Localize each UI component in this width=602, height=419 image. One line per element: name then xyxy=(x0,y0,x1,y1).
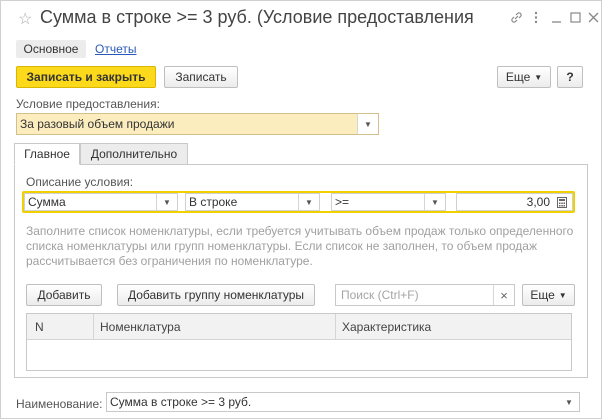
description-label: Описание условия: xyxy=(26,175,134,189)
nav-tab-main[interactable]: Основное xyxy=(16,40,86,58)
condition-select[interactable]: За разовый объем продажи ▼ xyxy=(16,113,379,135)
column-separator xyxy=(93,314,94,340)
tab-main-label: Главное xyxy=(24,147,70,161)
amount-value: 3,00 xyxy=(526,195,550,209)
dropdown-arrow-icon[interactable]: ▼ xyxy=(156,194,177,210)
clear-search-icon[interactable]: × xyxy=(493,285,514,305)
close-icon[interactable] xyxy=(588,11,599,27)
search-field[interactable]: Поиск (Ctrl+F) × xyxy=(335,284,515,306)
add-button[interactable]: Добавить xyxy=(26,284,102,306)
name-field[interactable]: Сумма в строке >= 3 руб. ▼ xyxy=(106,392,580,412)
nav-tab-reports-label: Отчеты xyxy=(95,42,137,56)
condition-label: Условие предоставления: xyxy=(16,97,160,111)
list-more-label: Еще xyxy=(530,288,555,302)
nav-tab-reports[interactable]: Отчеты xyxy=(95,40,136,58)
dropdown-arrow-icon[interactable]: ▼ xyxy=(559,393,579,411)
table-header: N Номенклатура Характеристика xyxy=(27,314,571,340)
favorite-star-icon[interactable]: ☆ xyxy=(18,9,32,29)
dropdown-arrow-icon[interactable]: ▼ xyxy=(357,114,378,134)
column-header-number[interactable]: N xyxy=(35,320,44,334)
name-value: Сумма в строке >= 3 руб. xyxy=(110,395,252,409)
maximize-icon[interactable] xyxy=(570,11,581,27)
save-and-close-button[interactable]: Записать и закрыть xyxy=(16,66,156,88)
chevron-down-icon: ▼ xyxy=(558,290,567,300)
tab-additional-label: Дополнительно xyxy=(90,147,178,161)
add-group-button[interactable]: Добавить группу номенклатуры xyxy=(117,284,315,306)
calculator-icon[interactable] xyxy=(552,194,572,210)
more-vertical-icon[interactable] xyxy=(534,11,538,27)
help-button[interactable]: ? xyxy=(557,66,583,88)
link-icon[interactable] xyxy=(510,11,523,27)
tab-main[interactable]: Главное xyxy=(14,143,80,165)
window-title: Сумма в строке >= 3 руб. (Условие предос… xyxy=(40,7,474,27)
minimize-icon[interactable] xyxy=(551,11,562,27)
comparison-value: >= xyxy=(335,195,350,209)
dropdown-arrow-icon[interactable]: ▼ xyxy=(298,194,319,210)
save-button[interactable]: Записать xyxy=(164,66,238,88)
chevron-down-icon: ▼ xyxy=(534,72,543,82)
tab-additional[interactable]: Дополнительно xyxy=(80,143,188,165)
column-header-nomenclature[interactable]: Номенклатура xyxy=(100,320,181,334)
nomenclature-table[interactable]: N Номенклатура Характеристика xyxy=(26,313,572,371)
dropdown-arrow-icon[interactable]: ▼ xyxy=(424,194,445,210)
info-text: Заполните список номенклатуры, если треб… xyxy=(26,224,574,268)
scope-value: В строке xyxy=(189,195,238,209)
list-more-button[interactable]: Еще ▼ xyxy=(522,284,575,306)
measure-value: Сумма xyxy=(28,195,66,209)
comparison-select[interactable]: >= ▼ xyxy=(331,193,446,211)
nav-tab-main-label: Основное xyxy=(23,42,79,56)
more-button[interactable]: Еще ▼ xyxy=(497,66,551,88)
scope-select[interactable]: В строке ▼ xyxy=(185,193,320,211)
condition-value: За разовый объем продажи xyxy=(20,117,175,131)
name-label: Наименование: xyxy=(16,397,103,411)
column-header-characteristic[interactable]: Характеристика xyxy=(342,320,431,334)
column-separator xyxy=(335,314,336,340)
search-placeholder: Поиск (Ctrl+F) xyxy=(341,288,419,302)
measure-select[interactable]: Сумма ▼ xyxy=(24,193,178,211)
amount-field[interactable]: 3,00 xyxy=(456,193,573,211)
more-button-label: Еще xyxy=(505,70,531,84)
